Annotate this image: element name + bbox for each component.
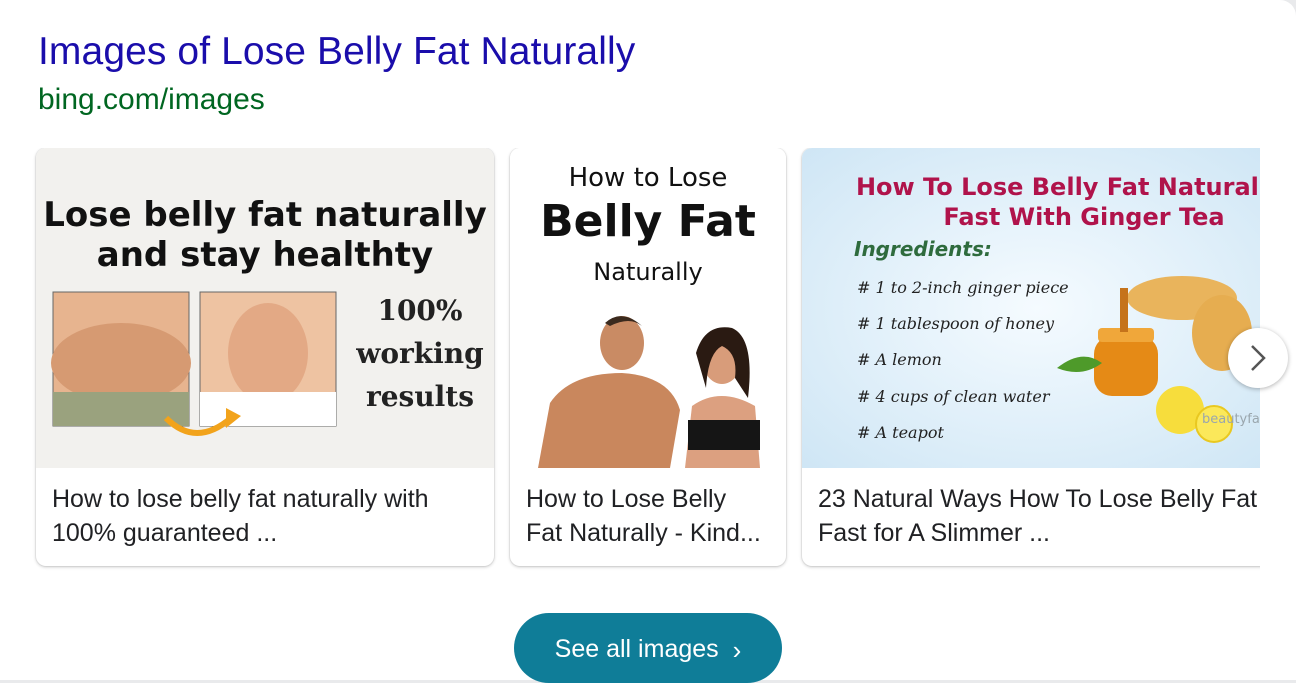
image-card-1[interactable]: Lose belly fat naturally and stay health…: [36, 148, 494, 566]
image-text-line2: Belly Fat: [540, 196, 756, 247]
ginger-tea-image: How To Lose Belly Fat Naturally & Fast W…: [802, 148, 1260, 468]
caption-line: 100% guaranteed ...: [52, 519, 278, 547]
caption-line: 23 Natural Ways How To Lose Belly Fat: [818, 485, 1258, 513]
caption-line: How to lose belly fat naturally with: [52, 485, 429, 513]
caption-line: Fat Naturally - Kind...: [526, 519, 761, 547]
image-thumbnail-3: How To Lose Belly Fat Naturally & Fast W…: [802, 148, 1260, 468]
image-badge-text-2: working: [355, 337, 484, 370]
image-text-line2: Fast With Ginger Tea: [943, 203, 1224, 231]
fit-couple-image: How to Lose Belly Fat Naturally: [510, 148, 786, 468]
chevron-right-icon: [1251, 345, 1266, 371]
ingredient-item: # 1 tablespoon of honey: [857, 314, 1055, 333]
image-watermark: beautyfalk.com: [1202, 412, 1260, 427]
image-text-line3: Naturally: [593, 258, 702, 286]
ingredient-item: # 4 cups of clean water: [857, 387, 1051, 406]
images-answer-card: Images of Lose Belly Fat Naturally bing.…: [0, 0, 1296, 683]
ingredient-item: # A teapot: [857, 423, 944, 442]
image-caption-1: How to lose belly fat naturally with 100…: [52, 482, 486, 550]
see-all-label: See all images: [554, 635, 719, 663]
source-url: bing.com/images: [38, 83, 265, 116]
ingredient-item: # 1 to 2-inch ginger piece: [857, 278, 1069, 297]
chevron-right-icon: ›: [732, 635, 742, 665]
image-carousel: Lose belly fat naturally and stay health…: [0, 148, 1260, 578]
image-badge-text-1: 100%: [377, 294, 462, 327]
image-text-line1: How To Lose Belly Fat Naturally &: [856, 173, 1260, 201]
caption-line: How to Lose Belly: [526, 485, 727, 513]
image-badge-text-3: results: [366, 380, 474, 413]
belly-before-after-image: Lose belly fat naturally and stay health…: [36, 148, 494, 468]
image-text-line1: Lose belly fat naturally: [43, 195, 486, 235]
image-caption-2: How to Lose Belly Fat Naturally - Kind..…: [526, 482, 778, 550]
ingredients-heading: Ingredients:: [854, 237, 992, 261]
image-text-line2: and stay healthty: [97, 235, 433, 275]
image-text-line1: How to Lose: [569, 163, 728, 193]
image-caption-3: 23 Natural Ways How To Lose Belly Fat Fa…: [818, 482, 1260, 550]
image-thumbnail-1: Lose belly fat naturally and stay health…: [36, 148, 494, 468]
see-all-images-button[interactable]: See all images ›: [514, 613, 782, 683]
image-card-2[interactable]: How to Lose Belly Fat Naturally How to L…: [510, 148, 786, 566]
ingredient-item: # A lemon: [857, 350, 942, 369]
image-thumbnail-2: How to Lose Belly Fat Naturally: [510, 148, 786, 468]
caption-line: Fast for A Slimmer ...: [818, 519, 1050, 547]
image-card-3[interactable]: How To Lose Belly Fat Naturally & Fast W…: [802, 148, 1260, 566]
carousel-next-button[interactable]: [1228, 328, 1288, 388]
images-heading-link[interactable]: Images of Lose Belly Fat Naturally: [38, 30, 635, 74]
